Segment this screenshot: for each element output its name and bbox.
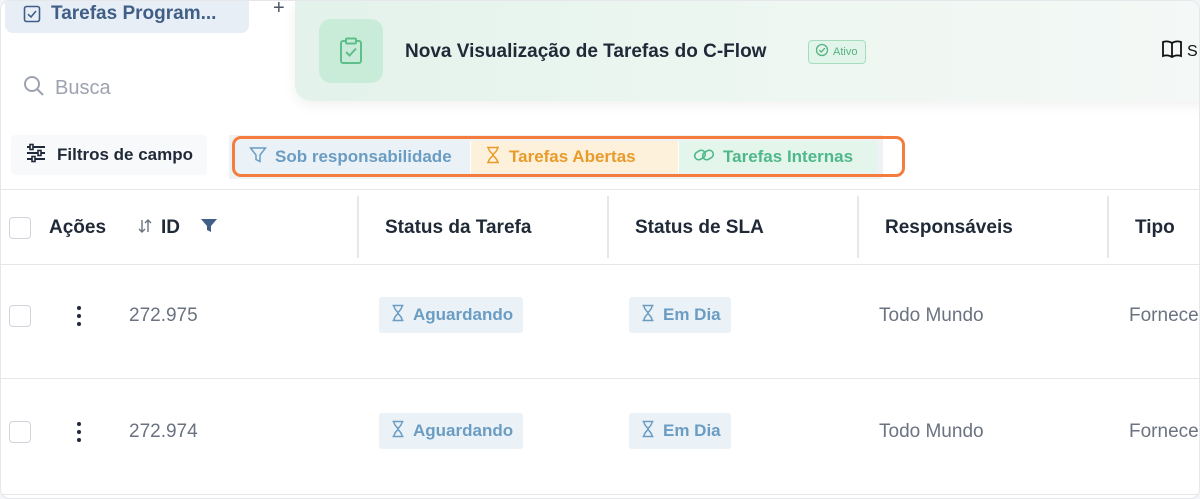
- column-divider[interactable]: [1107, 196, 1109, 258]
- select-all-checkbox[interactable]: [9, 217, 31, 239]
- sla-status-label: Em Dia: [663, 421, 721, 440]
- task-status-label: Aguardando: [413, 421, 514, 440]
- table-row[interactable]: 272.975 Aguardando Em Dia Todo Mundo For…: [1, 265, 1199, 379]
- search-box[interactable]: Busca: [23, 75, 111, 102]
- hourglass-icon: [391, 420, 405, 443]
- tab-tarefas-programadas[interactable]: Tarefas Program...: [5, 1, 249, 33]
- chip-sob-responsabilidade[interactable]: Sob responsabilidade: [235, 141, 471, 173]
- chip-label: Tarefas Abertas: [509, 147, 636, 166]
- select-all-checkbox-cell[interactable]: [9, 190, 31, 266]
- add-tab-button[interactable]: +: [273, 1, 285, 21]
- sla-status-pill: Em Dia: [629, 297, 731, 333]
- chip-tarefas-abertas[interactable]: Tarefas Abertas: [471, 141, 679, 173]
- table-header: Ações ID Status da Tarefa Status de SLA …: [1, 189, 1199, 266]
- column-divider[interactable]: [857, 196, 859, 258]
- column-label: Ações: [49, 217, 107, 238]
- docs-link[interactable]: S: [1161, 39, 1198, 64]
- row-id: 272.975: [129, 305, 198, 326]
- chip-label: Sob responsabilidade: [275, 147, 452, 166]
- check-circle-icon: [815, 43, 829, 62]
- badge-label: Ativo: [833, 46, 858, 58]
- column-header-type: Tipo: [1135, 190, 1175, 266]
- funnel-icon: [248, 146, 268, 169]
- more-actions-icon[interactable]: [76, 422, 82, 442]
- column-header-task-status: Status da Tarefa: [385, 190, 531, 266]
- app-frame: Tarefas Program... + Busca Nova Visualiz…: [0, 0, 1200, 499]
- more-actions-icon[interactable]: [76, 306, 82, 326]
- quick-filter-chips: Sob responsabilidade Tarefas Abertas Tar…: [229, 135, 883, 179]
- hourglass-icon: [641, 304, 655, 327]
- search-icon: [23, 75, 45, 102]
- row-type: Fornece: [1129, 421, 1199, 442]
- column-divider[interactable]: [607, 196, 609, 258]
- task-status-pill: Aguardando: [379, 413, 524, 449]
- docs-link-label: S: [1187, 42, 1198, 60]
- column-header-id[interactable]: ID: [137, 190, 218, 266]
- hourglass-icon: [641, 420, 655, 443]
- field-filters-button[interactable]: Filtros de campo: [11, 135, 208, 175]
- column-label: Responsáveis: [885, 217, 1013, 238]
- task-status-pill: Aguardando: [379, 297, 524, 333]
- column-header-responsibles: Responsáveis: [885, 190, 1013, 266]
- sort-icon[interactable]: [137, 218, 153, 239]
- book-icon: [1161, 39, 1183, 64]
- sla-status-pill: Em Dia: [629, 413, 731, 449]
- hourglass-icon: [391, 304, 405, 327]
- chip-label: Tarefas Internas: [723, 147, 854, 166]
- column-label: ID: [161, 217, 180, 238]
- column-label: Tipo: [1135, 217, 1175, 238]
- tab-label: Tarefas Program...: [51, 3, 217, 24]
- checklist-icon: [23, 5, 41, 23]
- notification-banner: Nova Visualização de Tarefas do C-Flow A…: [295, 1, 1199, 101]
- search-input[interactable]: Busca: [55, 77, 111, 100]
- column-label: Status de SLA: [635, 217, 764, 238]
- hourglass-icon: [485, 146, 501, 169]
- link-icon: [693, 146, 715, 169]
- row-responsibles: Todo Mundo: [879, 305, 984, 326]
- column-header-sla-status: Status de SLA: [635, 190, 764, 266]
- chip-tarefas-internas[interactable]: Tarefas Internas: [679, 141, 877, 173]
- row-responsibles: Todo Mundo: [879, 421, 984, 442]
- row-checkbox[interactable]: [9, 305, 31, 327]
- row-type: Fornece: [1129, 305, 1199, 326]
- filter-icon[interactable]: [200, 218, 218, 239]
- status-badge: Ativo: [808, 40, 867, 64]
- column-divider[interactable]: [357, 196, 359, 258]
- sla-status-label: Em Dia: [663, 305, 721, 324]
- row-checkbox[interactable]: [9, 421, 31, 443]
- field-filters-label: Filtros de campo: [57, 145, 194, 164]
- table-row[interactable]: 272.974 Aguardando Em Dia Todo Mundo For…: [1, 381, 1199, 495]
- clipboard-check-icon: [319, 19, 383, 83]
- column-header-actions: Ações: [49, 190, 106, 266]
- banner-title: Nova Visualização de Tarefas do C-Flow: [405, 41, 767, 62]
- column-label: Status da Tarefa: [385, 217, 532, 238]
- sliders-icon: [25, 143, 47, 168]
- task-status-label: Aguardando: [413, 305, 514, 324]
- row-id: 272.974: [129, 421, 198, 442]
